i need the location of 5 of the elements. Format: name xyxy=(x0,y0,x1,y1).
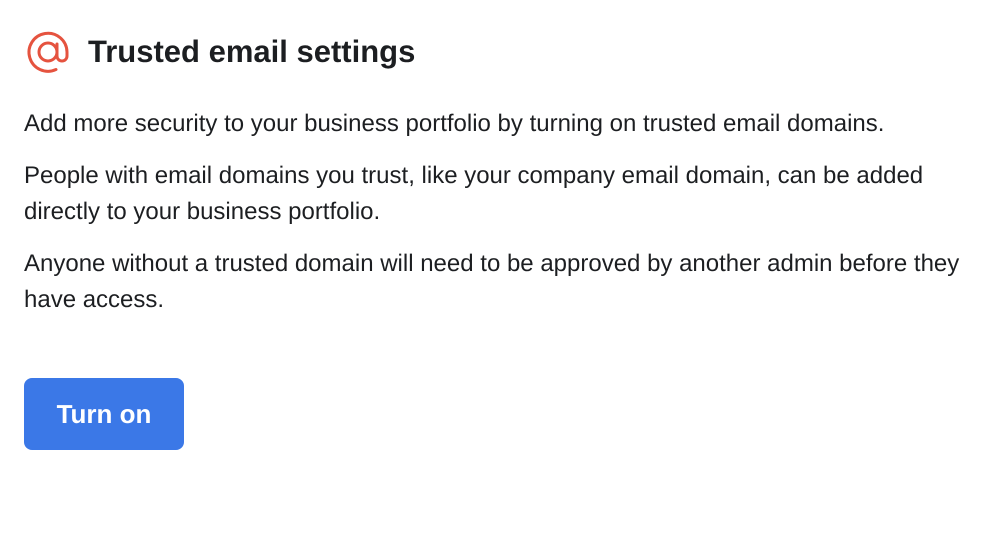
section-title: Trusted email settings xyxy=(88,34,416,70)
description-paragraph: Anyone without a trusted domain will need to be approved by another admin before they have access. xyxy=(24,249,960,315)
description-paragraph: Add more security to your business portfolio by turning on trusted email domains. xyxy=(24,109,886,139)
description-paragraph: People with email domains you trust, like your company email domain, can be added directly to your business portfolio. xyxy=(24,161,924,227)
turn-on-button[interactable]: Turn on xyxy=(24,378,184,450)
